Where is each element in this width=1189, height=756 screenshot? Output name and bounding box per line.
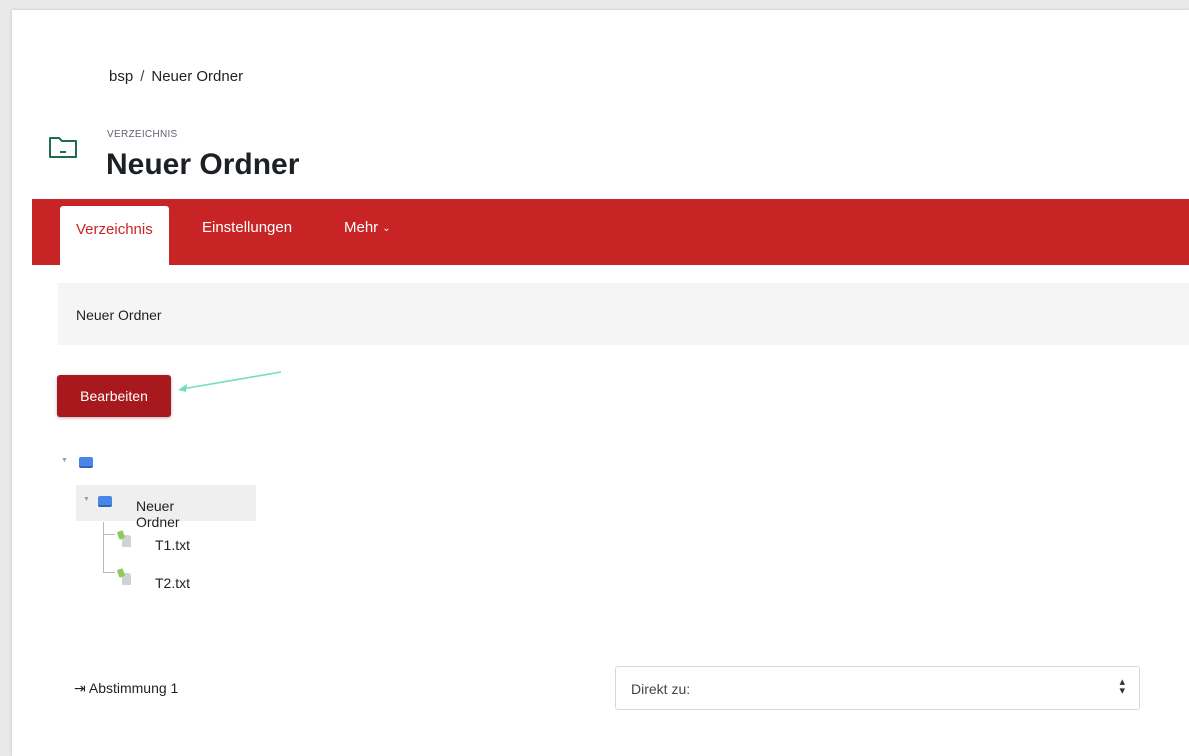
tree-connector [103, 522, 104, 572]
tree-connector [103, 572, 115, 573]
folder-path-label: Neuer Ordner [76, 307, 162, 323]
page-kind-label: VERZEICHNIS [107, 129, 178, 140]
tab-label: Mehr [344, 219, 379, 236]
tree-toggle-root[interactable]: ▼ [61, 457, 68, 464]
folder-icon [49, 137, 77, 158]
page-title: Neuer Ordner [106, 148, 300, 181]
tab-mehr[interactable]: Mehr ⌄ [344, 199, 391, 265]
tree-folder-label[interactable]: Neuer Ordner [136, 498, 180, 530]
text-file-icon [122, 573, 131, 585]
tree-connector [103, 534, 115, 535]
text-file-icon [122, 535, 131, 547]
breadcrumb: bsp / Neuer Ordner [109, 68, 243, 85]
drive-icon [98, 496, 112, 507]
folder-path-bar: Neuer Ordner [58, 283, 1189, 345]
select-chevrons-icon: ▴ ▾ [1119, 676, 1125, 697]
tab-einstellungen[interactable]: Einstellungen [202, 199, 292, 265]
breadcrumb-item-folder[interactable]: Neuer Ordner [151, 68, 243, 85]
page-container: bsp / Neuer Ordner VERZEICHNIS Neuer Ordne… [12, 10, 1189, 756]
tree-toggle-folder[interactable]: ▼ [83, 496, 90, 503]
jump-to-label: Direkt zu: [631, 681, 691, 697]
arrow-left-icon: ⇥ [74, 680, 86, 696]
tab-verzeichnis[interactable]: Verzeichnis [60, 206, 169, 265]
secondary-navigation: Verzeichnis Einstellungen Mehr ⌄ [32, 199, 1189, 265]
jump-to-select[interactable]: Direkt zu: ▴ ▾ [615, 666, 1140, 710]
tree-file-label[interactable]: T1.txt [155, 537, 190, 553]
breadcrumb-item-course[interactable]: bsp [109, 68, 133, 85]
edit-button[interactable]: Bearbeiten [57, 375, 171, 417]
annotation-arrow-icon [178, 371, 282, 392]
tab-label: Einstellungen [202, 219, 293, 236]
tab-label: Verzeichnis [76, 221, 153, 238]
chevron-down-icon: ⌄ [382, 223, 391, 234]
drive-icon [79, 457, 93, 468]
tree-file-label[interactable]: T2.txt [155, 575, 190, 591]
breadcrumb-separator: / [140, 68, 145, 85]
prev-activity-link[interactable]: ⇥ Abstimmung 1 [74, 680, 178, 697]
prev-activity-label: Abstimmung 1 [88, 680, 179, 696]
